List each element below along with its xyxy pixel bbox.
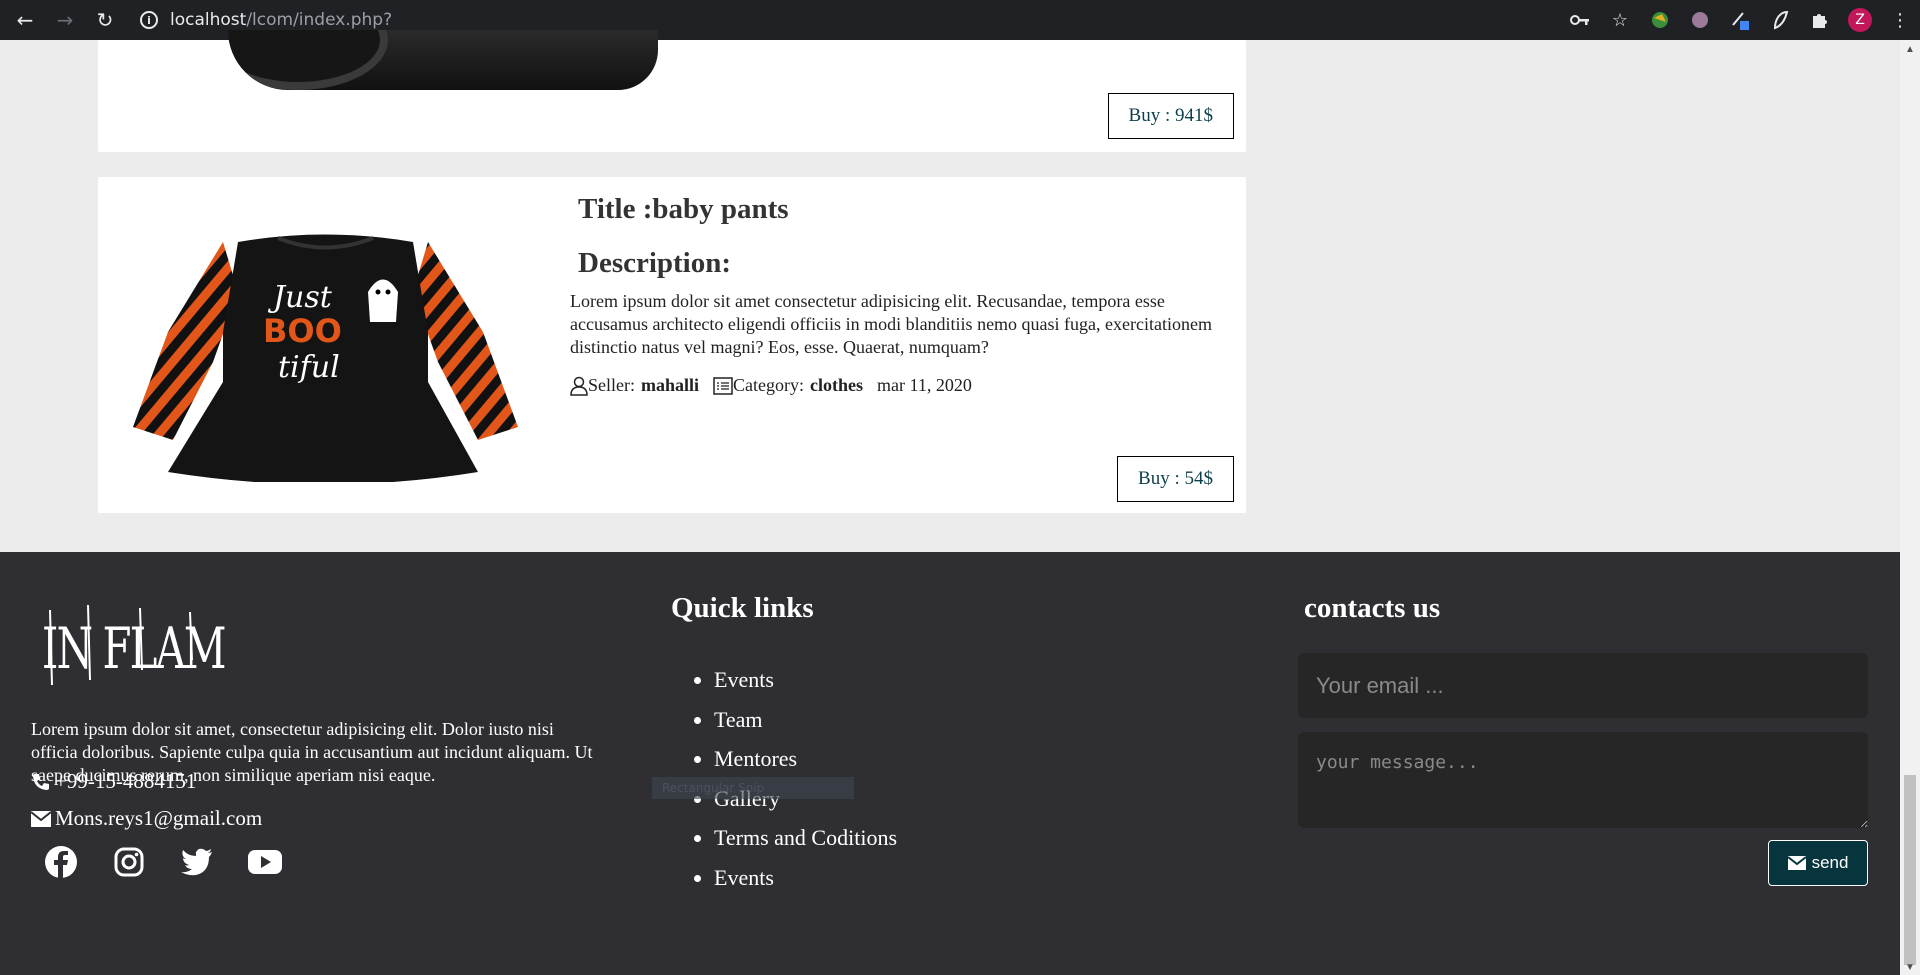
- buy-button[interactable]: Buy : 54$: [1117, 456, 1234, 502]
- product-title: Title :baby pants: [578, 193, 789, 225]
- social-links: [42, 843, 284, 881]
- seller-name: mahalli: [641, 375, 700, 395]
- youtube-icon[interactable]: [246, 843, 284, 881]
- product-image-dress: Just BOO tiful: [133, 234, 518, 482]
- svg-text:Just: Just: [267, 280, 333, 315]
- brand-logo: IN FLAMES: [42, 604, 225, 686]
- quick-links-title: Quick links: [671, 592, 814, 624]
- url-host: localhost: [170, 10, 247, 30]
- snip-overlay: Rectangular Snip: [652, 777, 854, 799]
- contact-message-input[interactable]: [1298, 732, 1868, 828]
- site-info-icon[interactable]: i: [140, 11, 158, 29]
- envelope-icon: [1787, 856, 1806, 870]
- product-image-camera: [228, 30, 658, 90]
- extension-leaf-icon[interactable]: [1760, 0, 1800, 40]
- star-icon[interactable]: ☆: [1600, 0, 1640, 40]
- quick-link-mentores[interactable]: Mentores: [714, 739, 897, 779]
- facebook-icon[interactable]: [42, 843, 80, 881]
- user-icon: [570, 376, 588, 396]
- page-content: Buy : 941$ Just BOO tiful Title :baby pa…: [0, 30, 1900, 975]
- product-date: mar 11, 2020: [877, 375, 972, 395]
- puzzle-icon[interactable]: [1800, 0, 1840, 40]
- phone-icon: [33, 773, 49, 790]
- contact-title: contacts us: [1304, 592, 1441, 624]
- extensions-area: ☆ Z ⋮: [1560, 0, 1920, 40]
- extension-pen-icon[interactable]: [1720, 0, 1760, 40]
- category-label: Category:: [733, 375, 804, 395]
- back-icon[interactable]: ←: [10, 5, 40, 35]
- footer-phone: +99-15-4884151: [31, 769, 196, 794]
- profile-avatar[interactable]: Z: [1840, 0, 1880, 40]
- product-card: Buy : 941$: [98, 30, 1246, 152]
- list-icon: [713, 376, 733, 395]
- envelope-icon: [31, 810, 51, 827]
- reload-icon[interactable]: ↻: [90, 5, 120, 35]
- quick-link-terms[interactable]: Terms and Coditions: [714, 818, 897, 858]
- extension-circle-icon[interactable]: [1680, 0, 1720, 40]
- page-scrollbar[interactable]: ▲ ▼: [1900, 40, 1920, 975]
- product-description: Lorem ipsum dolor sit amet consectetur a…: [570, 291, 1212, 357]
- svg-text:BOO: BOO: [263, 312, 342, 350]
- buy-button[interactable]: Buy : 941$: [1107, 93, 1234, 139]
- send-button[interactable]: send: [1768, 840, 1868, 886]
- forward-icon[interactable]: →: [50, 5, 80, 35]
- twitter-icon[interactable]: [178, 843, 216, 881]
- quick-link-events-2[interactable]: Events: [714, 858, 897, 898]
- quick-link-events[interactable]: Events: [714, 660, 897, 700]
- url-path: /lcom/index.php?: [246, 10, 393, 30]
- scroll-up-arrow-icon[interactable]: ▲: [1904, 44, 1916, 55]
- description-heading: Description:: [578, 247, 732, 279]
- extension-globe-icon[interactable]: [1640, 0, 1680, 40]
- key-icon[interactable]: [1560, 0, 1600, 40]
- scrollbar-thumb[interactable]: [1904, 775, 1916, 965]
- menu-icon[interactable]: ⋮: [1880, 0, 1920, 40]
- site-footer: IN FLAMES Lorem ipsum dolor sit amet, co…: [0, 552, 1900, 975]
- footer-email: Mons.reys1@gmail.com: [31, 806, 262, 831]
- category-name: clothes: [810, 375, 863, 395]
- quick-link-team[interactable]: Team: [714, 700, 897, 740]
- seller-label: Seller:: [588, 375, 635, 395]
- svg-text:tiful: tiful: [278, 350, 340, 385]
- product-meta: Seller: mahalli Category: clothes mar 11…: [570, 375, 972, 396]
- instagram-icon[interactable]: [110, 843, 148, 881]
- product-card: Just BOO tiful Title :baby pants Descrip…: [98, 177, 1246, 513]
- svg-text:IN FLAMES: IN FLAMES: [42, 615, 225, 681]
- scroll-down-arrow-icon[interactable]: ▼: [1904, 962, 1916, 973]
- contact-email-input[interactable]: [1298, 653, 1868, 718]
